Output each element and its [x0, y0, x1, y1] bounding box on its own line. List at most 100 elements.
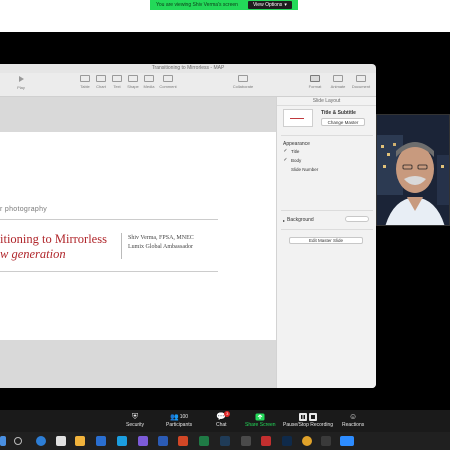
shield-icon: ⛨: [132, 411, 139, 421]
mail-icon[interactable]: [96, 436, 106, 446]
app-icon[interactable]: [321, 436, 331, 446]
inspector-header: Slide Layout: [277, 97, 376, 106]
smiley-plus-icon: ☺: [349, 412, 358, 421]
animate-label: Animate: [330, 84, 346, 89]
slide-subtitle[interactable]: r photography: [0, 206, 47, 213]
option-body[interactable]: ✓ Body: [283, 157, 302, 164]
comment-icon: [163, 75, 173, 82]
powerpoint-icon[interactable]: [178, 436, 188, 446]
background-label: Background: [287, 217, 314, 223]
word-icon[interactable]: [158, 436, 168, 446]
chat-label: Chat: [216, 422, 227, 428]
pause-stop-icon: [299, 412, 318, 421]
file-explorer-icon[interactable]: [75, 436, 85, 446]
format-label: Format: [308, 84, 322, 89]
app-icon[interactable]: [241, 436, 251, 446]
checkmark-icon: ✓: [283, 157, 288, 163]
zoom-meeting-screen: You are viewing Shiv Verma's screen View…: [0, 0, 450, 450]
appearance-label: Appearance: [283, 141, 310, 147]
window-title: Transitioning to Mirrorless - MAP: [151, 65, 225, 71]
slide-title-line1[interactable]: itioning to Mirrorless: [0, 232, 107, 247]
change-master-button[interactable]: Change Master: [321, 118, 365, 126]
slide-author-name[interactable]: Shiv Verma, FPSA, MNEC: [128, 235, 194, 241]
share-screen-label: Share Screen: [245, 422, 276, 428]
shared-screen-black-area: [0, 32, 450, 62]
animate-icon: [333, 75, 343, 82]
view-options-button[interactable]: View Options ▾: [247, 1, 292, 9]
option-body-label: Body: [291, 158, 302, 163]
participants-button[interactable]: 👥 100 Participants: [166, 412, 192, 429]
reactions-button[interactable]: ☺ Reactions: [342, 412, 364, 428]
app-icon[interactable]: [261, 436, 271, 446]
view-options-label: View Options: [252, 2, 283, 8]
zoom-icon[interactable]: [340, 436, 354, 446]
option-slide-number[interactable]: Slide Number: [283, 167, 318, 172]
document-icon: [356, 75, 366, 82]
reactions-label: Reactions: [342, 422, 365, 428]
slide[interactable]: r photography itioning to Mirrorless w g…: [0, 132, 276, 340]
slide-divider-bottom: [0, 271, 218, 272]
windows-taskbar: [0, 432, 450, 450]
edit-master-slide-button[interactable]: Edit Master Slide: [289, 237, 363, 244]
keynote-window: Transitioning to Mirrorless - MAP Play T…: [0, 64, 376, 388]
document-label: Document: [351, 84, 371, 89]
lightroom-icon[interactable]: [220, 436, 230, 446]
slide-title-line2[interactable]: w generation: [0, 247, 66, 262]
inspector-divider: [281, 229, 373, 230]
app-icon[interactable]: [117, 436, 127, 446]
screen-share-text: You are viewing Shiv Verma's screen: [156, 2, 238, 8]
comment-label: Comment: [159, 84, 177, 89]
media-label: Media: [143, 84, 155, 89]
collaborate-label: Collaborate: [232, 84, 254, 89]
security-label: Security: [126, 422, 145, 428]
option-title-label: Title: [291, 149, 300, 154]
layout-name: Title & Subtitle: [321, 110, 356, 116]
security-button[interactable]: ⛨ Security: [126, 411, 145, 429]
screen-share-banner: You are viewing Shiv Verma's screen View…: [150, 0, 298, 10]
chat-icon: 💬 3: [216, 411, 231, 421]
background-color-well[interactable]: [345, 216, 369, 222]
thumbnail-title-mark: [290, 118, 304, 119]
shared-screen-top-area: [0, 10, 450, 32]
photoshop-icon[interactable]: [282, 436, 292, 446]
inspector-divider: [281, 135, 373, 136]
play-icon: [19, 76, 24, 82]
play-label: Play: [17, 85, 25, 90]
share-screen-button[interactable]: Share Screen: [245, 412, 276, 428]
checkmark-icon: ✓: [283, 148, 288, 154]
empty-checkbox-icon: [283, 167, 288, 172]
slide-divider-top: [0, 219, 218, 220]
excel-icon[interactable]: [199, 436, 209, 446]
edge-icon[interactable]: [36, 436, 46, 446]
chat-unread-badge: 3: [224, 411, 231, 417]
slide-layout-inspector: Slide Layout Title & Subtitle Change Mas…: [276, 97, 376, 388]
layout-thumbnail[interactable]: [283, 109, 313, 127]
option-title[interactable]: ✓ Title: [283, 148, 300, 155]
play-button[interactable]: Play: [8, 75, 34, 90]
chat-button[interactable]: 💬 3 Chat: [216, 411, 231, 428]
comment-button[interactable]: Comment: [155, 75, 181, 89]
photos-icon[interactable]: [138, 436, 148, 446]
store-icon[interactable]: [56, 436, 66, 446]
chevron-right-icon: ▸: [283, 217, 286, 223]
format-icon: [310, 75, 320, 82]
collaborate-button[interactable]: Collaborate: [230, 75, 256, 89]
collaborate-icon: [238, 75, 248, 82]
start-icon[interactable]: [0, 436, 6, 446]
search-icon[interactable]: [14, 437, 22, 445]
slide-author-role[interactable]: Lumix Global Ambassador: [128, 244, 193, 250]
pause-stop-recording-label: Pause/Stop Recording: [283, 422, 334, 428]
slide-canvas[interactable]: r photography itioning to Mirrorless w g…: [0, 97, 276, 388]
keynote-toolbar: Play Table Chart Text Shape Media Commen…: [0, 73, 376, 97]
inspector-divider: [281, 210, 373, 211]
pause-stop-recording-button[interactable]: Pause/Stop Recording: [283, 412, 333, 428]
participants-count: 100: [179, 413, 189, 420]
chrome-icon[interactable]: [302, 436, 312, 446]
background-toggle[interactable]: ▸ Background: [283, 217, 314, 223]
slide-vertical-divider: [121, 233, 122, 259]
document-button[interactable]: Document: [348, 75, 374, 89]
share-screen-icon: [255, 412, 265, 421]
participant-video[interactable]: [376, 114, 450, 226]
participants-icon: 👥 100: [170, 413, 189, 421]
chevron-down-icon: ▾: [284, 2, 287, 8]
